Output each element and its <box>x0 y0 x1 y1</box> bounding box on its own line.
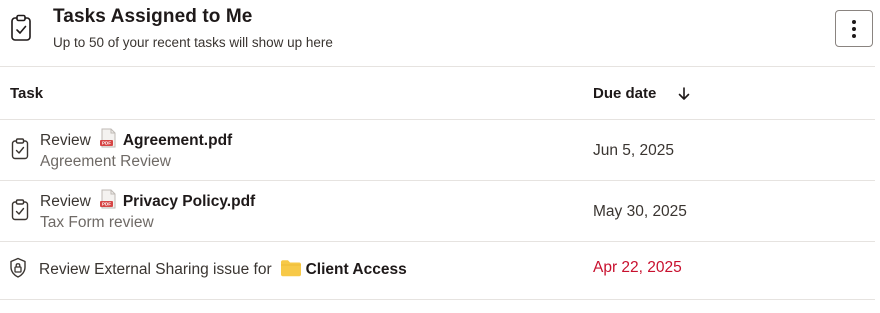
folder-link[interactable]: Client Access <box>306 261 407 278</box>
divider <box>0 241 875 242</box>
page-title: Tasks Assigned to Me <box>53 6 253 27</box>
due-date-overdue: Apr 22, 2025 <box>593 259 682 276</box>
file-link[interactable]: Agreement.pdf <box>123 132 232 149</box>
task-action: Review <box>40 132 91 149</box>
file-link[interactable]: Privacy Policy.pdf <box>123 193 255 210</box>
due-date: May 30, 2025 <box>593 203 687 220</box>
column-header-due-date[interactable]: Due date <box>593 85 656 102</box>
page-subtitle: Up to 50 of your recent tasks will show … <box>53 35 333 50</box>
folder-icon <box>280 260 301 277</box>
more-options-button[interactable] <box>835 10 873 47</box>
divider <box>0 180 875 181</box>
due-date: Jun 5, 2025 <box>593 142 675 159</box>
column-header-task[interactable]: Task <box>10 85 43 102</box>
more-vertical-icon <box>852 19 856 38</box>
svg-text:PDF: PDF <box>102 202 111 207</box>
clipboard-check-icon <box>11 199 29 221</box>
task-subtitle: Agreement Review <box>40 153 171 170</box>
shield-lock-icon <box>10 257 26 278</box>
pdf-file-icon: PDF <box>99 128 116 148</box>
svg-text:PDF: PDF <box>102 141 111 146</box>
task-subtitle: Tax Form review <box>40 214 154 231</box>
task-title[interactable]: Review PDF Privacy Policy.pdf <box>40 189 255 211</box>
tasks-header: Tasks Assigned to Me Up to 50 of your re… <box>0 0 880 66</box>
task-title[interactable]: Review External Sharing issue for Client… <box>39 259 407 279</box>
divider <box>0 299 875 300</box>
divider <box>0 66 875 67</box>
arrow-down-icon[interactable] <box>677 86 691 102</box>
clipboard-check-icon <box>11 14 31 41</box>
clipboard-check-icon <box>11 138 29 160</box>
task-action: Review <box>40 193 91 210</box>
task-action: Review External Sharing issue for <box>39 261 272 278</box>
pdf-file-icon: PDF <box>99 189 116 209</box>
task-title[interactable]: Review PDF Agreement.pdf <box>40 128 232 150</box>
divider <box>0 119 875 120</box>
